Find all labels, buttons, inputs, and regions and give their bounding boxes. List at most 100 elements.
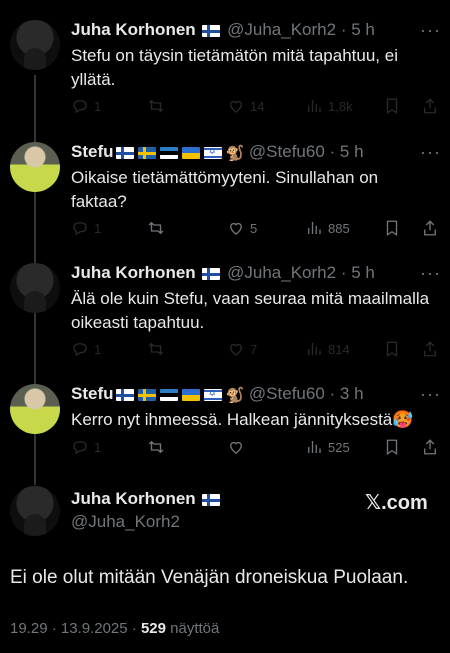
- views-button[interactable]: 525: [305, 438, 350, 456]
- views-icon: [305, 97, 323, 115]
- more-options-icon[interactable]: ···: [420, 20, 441, 41]
- reply-icon: [71, 219, 89, 237]
- retweet-icon: [147, 438, 165, 456]
- view-count: 814: [328, 341, 350, 357]
- main-tweet: Juha Korhonen @Juha_Korh2 𝕏.com Ei ole o…: [0, 486, 450, 646]
- share-icon: [421, 438, 439, 456]
- display-name[interactable]: Stefu: [71, 384, 114, 403]
- user-handle[interactable]: @Stefu60: [249, 384, 325, 403]
- display-name[interactable]: Juha Korhonen: [71, 263, 196, 282]
- tweet-header: Stefu 🐒 @Stefu60 · 3 h: [71, 384, 364, 404]
- avatar[interactable]: [10, 263, 60, 313]
- share-button[interactable]: [421, 438, 439, 456]
- like-count: 7: [250, 341, 258, 357]
- finland-flag-icon: [202, 493, 221, 506]
- avatar[interactable]: [10, 384, 60, 434]
- share-icon: [421, 219, 439, 237]
- retweet-icon: [147, 219, 165, 237]
- post-time[interactable]: 5 h: [351, 263, 375, 282]
- bookmark-button[interactable]: [383, 97, 401, 115]
- display-name: Juha Korhonen: [71, 489, 196, 508]
- reply-count: 1: [94, 220, 102, 236]
- reply-count: 1: [94, 341, 102, 357]
- retweet-button[interactable]: [147, 340, 165, 358]
- post-time[interactable]: 3 h: [340, 384, 364, 403]
- reply-button[interactable]: 1: [71, 340, 101, 358]
- sweden-flag-icon: [137, 146, 156, 159]
- bookmark-icon: [383, 340, 401, 358]
- reply-count: 1: [94, 439, 102, 455]
- view-count: 885: [328, 220, 350, 236]
- reply-icon: [71, 97, 89, 115]
- ukraine-flag-icon: [181, 146, 200, 159]
- post-time[interactable]: 5 h: [340, 142, 364, 161]
- finland-flag-icon: [115, 146, 134, 159]
- reply-button[interactable]: 1: [71, 438, 101, 456]
- bookmark-icon: [383, 219, 401, 237]
- views-button[interactable]: 885: [305, 219, 350, 237]
- share-button[interactable]: [421, 340, 439, 358]
- like-button[interactable]: 7: [227, 340, 257, 358]
- heart-icon: [227, 97, 245, 115]
- tweet-text: Älä ole kuin Stefu, vaan seuraa mitä maa…: [71, 289, 430, 332]
- views-button[interactable]: 1,8k: [305, 97, 353, 115]
- retweet-button[interactable]: [147, 438, 165, 456]
- heart-icon: [227, 340, 245, 358]
- more-options-icon[interactable]: ···: [420, 263, 441, 284]
- reply-count: 1: [94, 98, 102, 114]
- reply-icon: [71, 340, 89, 358]
- bookmark-icon: [383, 97, 401, 115]
- reply-tweet[interactable]: Juha Korhonen @Juha_Korh2 · 5 h ··· Älä …: [0, 263, 450, 373]
- views-button[interactable]: 814: [305, 340, 350, 358]
- reply-tweet[interactable]: Juha Korhonen @Juha_Korh2 · 5 h ··· Stef…: [0, 20, 450, 130]
- retweet-icon: [147, 340, 165, 358]
- share-icon: [421, 97, 439, 115]
- bookmark-button[interactable]: [383, 340, 401, 358]
- finland-flag-icon: [115, 388, 134, 401]
- share-button[interactable]: [421, 219, 439, 237]
- user-handle[interactable]: @Juha_Korh2: [227, 20, 336, 39]
- tweet-header: Juha Korhonen @Juha_Korh2 · 5 h: [71, 263, 375, 283]
- tweet-text: Kerro nyt ihmeessä. Halkean jännityksest…: [71, 410, 414, 429]
- like-button[interactable]: 5: [227, 219, 257, 237]
- post-time[interactable]: 5 h: [351, 20, 375, 39]
- more-options-icon[interactable]: ···: [420, 142, 441, 163]
- more-options-icon[interactable]: ···: [420, 384, 441, 405]
- action-bar: 1 525: [71, 438, 441, 458]
- tweet-header: Stefu 🐒 @Stefu60 · 5 h: [71, 142, 364, 162]
- bookmark-button[interactable]: [383, 438, 401, 456]
- avatar[interactable]: [10, 486, 60, 536]
- view-count: 525: [328, 439, 350, 455]
- avatar[interactable]: [10, 20, 60, 70]
- ukraine-flag-icon: [181, 388, 200, 401]
- israel-flag-icon: [203, 388, 222, 401]
- reply-button[interactable]: 1: [71, 97, 101, 115]
- reply-button[interactable]: 1: [71, 219, 101, 237]
- user-handle[interactable]: @Juha_Korh2: [71, 512, 180, 532]
- view-count: 529: [140, 620, 166, 637]
- heart-icon: [227, 438, 245, 456]
- display-name[interactable]: Juha Korhonen: [71, 20, 196, 39]
- share-button[interactable]: [421, 97, 439, 115]
- main-display-name[interactable]: Juha Korhonen: [71, 489, 222, 509]
- views-label: näyttöä: [165, 620, 220, 637]
- avatar[interactable]: [10, 142, 60, 192]
- tweet-meta: 19.29 · 13.9.2025 · 529 näyttöä: [10, 620, 219, 637]
- reply-tweet[interactable]: Stefu 🐒 @Stefu60 · 5 h ··· Oikaise tietäm…: [0, 142, 450, 252]
- retweet-button[interactable]: [147, 219, 165, 237]
- action-bar: 1 14 1,8k: [71, 97, 441, 117]
- bookmark-button[interactable]: [383, 219, 401, 237]
- post-timestamp[interactable]: 19.29 · 13.9.2025 ·: [10, 620, 141, 637]
- like-button[interactable]: 14: [227, 97, 264, 115]
- display-name[interactable]: Stefu: [71, 142, 114, 161]
- reply-tweet[interactable]: Stefu 🐒 @Stefu60 · 3 h ··· Kerro nyt ihme…: [0, 384, 450, 474]
- retweet-button[interactable]: [147, 97, 165, 115]
- heart-icon: [227, 219, 245, 237]
- separator: ·: [324, 384, 340, 403]
- finland-flag-icon: [202, 267, 221, 280]
- user-handle[interactable]: @Stefu60: [249, 142, 325, 161]
- tweet-text: Ei ole olut mitään Venäjän droneiskua Pu…: [10, 567, 409, 588]
- user-handle[interactable]: @Juha_Korh2: [227, 263, 336, 282]
- like-button[interactable]: [227, 438, 245, 456]
- action-bar: 1 5 885: [71, 219, 441, 239]
